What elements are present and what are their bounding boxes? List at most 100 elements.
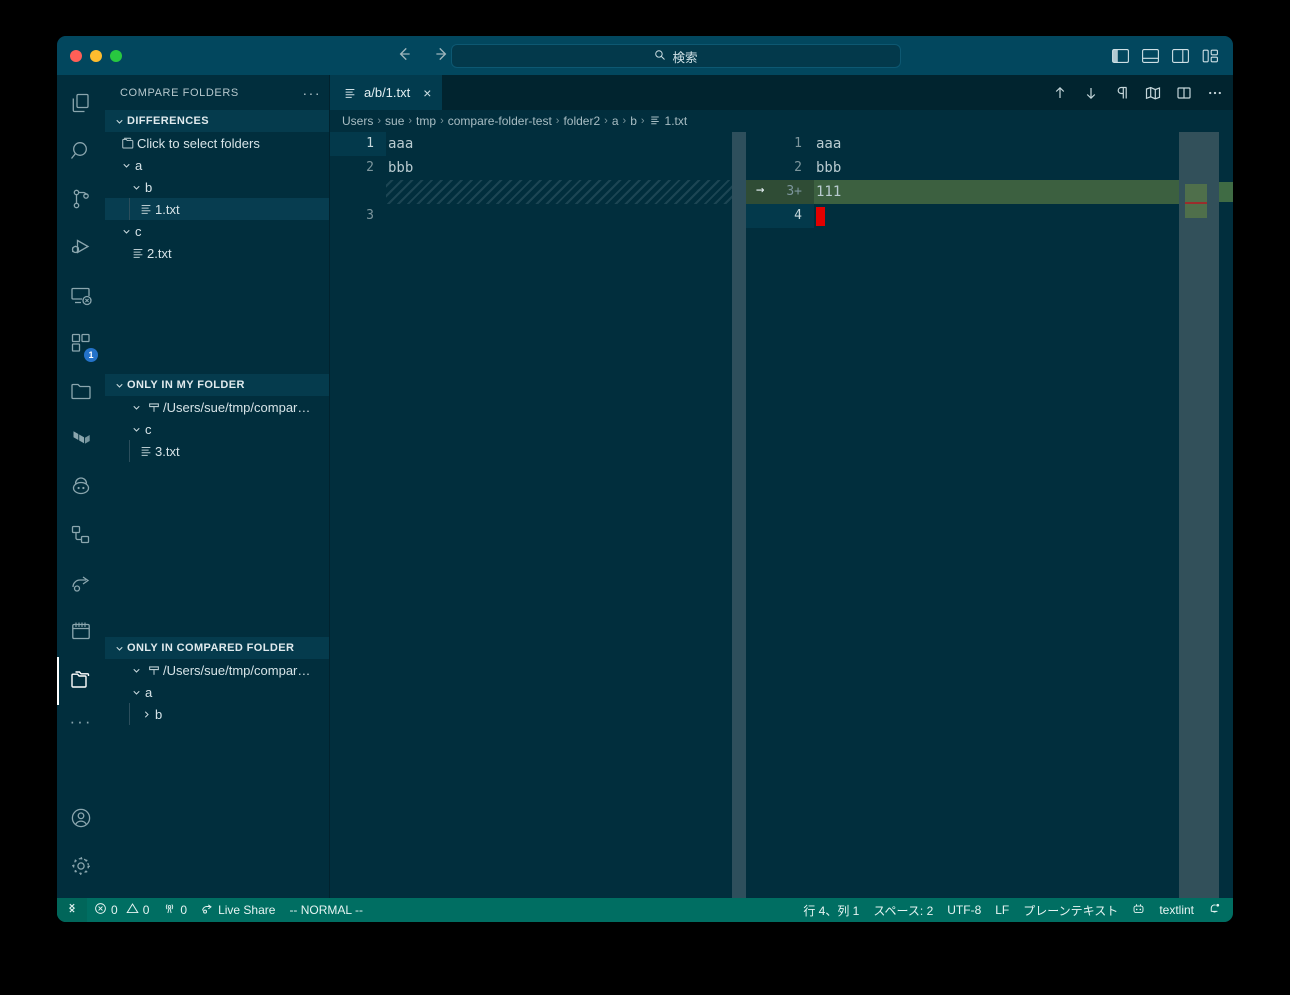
code-line-inserted[interactable]: → 3+ 111 — [746, 180, 1233, 204]
tree-row-label: c — [135, 223, 142, 239]
chevron-right-icon: › — [555, 115, 560, 127]
arrow-down-icon[interactable] — [1083, 85, 1099, 101]
tree-row-file-3txt[interactable]: 3.txt — [105, 440, 329, 462]
live-share-icon — [201, 902, 214, 918]
status-eol[interactable]: LF — [988, 898, 1016, 922]
close-icon[interactable]: × — [423, 86, 431, 100]
toggle-panel-icon[interactable] — [1142, 48, 1159, 63]
tree-row-select-folders[interactable]: Click to select folders — [105, 132, 329, 154]
activity-item-calendar[interactable] — [57, 609, 105, 657]
split-editor-icon[interactable] — [1176, 85, 1192, 101]
breadcrumb-leaf[interactable]: 1.txt — [649, 114, 687, 129]
code-line[interactable]: 3 — [330, 204, 746, 228]
tree-row-my-folder-c[interactable]: c — [105, 418, 329, 440]
tree-row-compared-folder-root[interactable]: /Users/sue/tmp/compar… — [105, 659, 329, 681]
chevron-down-icon[interactable] — [117, 160, 135, 171]
activity-item-source-control[interactable] — [57, 177, 105, 225]
toggle-secondary-sidebar-icon[interactable] — [1172, 48, 1189, 63]
overview-ruler[interactable] — [1219, 132, 1233, 898]
breadcrumb-item[interactable]: folder2 — [563, 114, 600, 128]
diff-pane-original[interactable]: 1 aaa 2 bbb 3 — [330, 132, 746, 898]
status-textlint[interactable]: textlint — [1152, 898, 1201, 922]
tree-row-file-1txt[interactable]: 1.txt — [105, 198, 329, 220]
activity-item-settings[interactable] — [57, 844, 105, 892]
go-forward-icon[interactable] — [433, 45, 451, 67]
breadcrumb-item[interactable]: a — [612, 114, 619, 128]
activity-item-dependencies[interactable] — [57, 513, 105, 561]
status-cursor-position[interactable]: 行 4、列 1 — [796, 898, 866, 922]
breadcrumb: Users › sue › tmp › compare-folder-test … — [330, 110, 1233, 132]
activity-item-accounts[interactable] — [57, 796, 105, 844]
status-robot[interactable] — [1125, 898, 1152, 922]
section-header-only-in-compared-folder[interactable]: ONLY IN COMPARED FOLDER — [105, 637, 329, 659]
breadcrumb-item[interactable]: b — [630, 114, 637, 128]
code-line[interactable]: 2 bbb — [746, 156, 1233, 180]
status-indentation[interactable]: スペース: 2 — [866, 898, 940, 922]
minimize-window-button[interactable] — [90, 49, 102, 62]
activity-item-compare-folders[interactable] — [57, 657, 105, 705]
toggle-primary-sidebar-icon[interactable] — [1112, 48, 1129, 63]
tree-row-my-folder-root[interactable]: /Users/sue/tmp/compar… — [105, 396, 329, 418]
tree-row-folder-a[interactable]: a — [105, 154, 329, 176]
breadcrumb-item[interactable]: Users — [342, 114, 373, 128]
command-center-search[interactable]: 検索 — [451, 44, 901, 68]
activity-item-remote-explorer[interactable] — [57, 273, 105, 321]
arrow-up-icon[interactable] — [1052, 85, 1068, 101]
chevron-down-icon[interactable] — [127, 687, 145, 698]
code-line[interactable]: 2 bbb — [330, 156, 746, 180]
activity-item-terraform[interactable] — [57, 417, 105, 465]
map-icon[interactable] — [1145, 85, 1161, 101]
tree-row-folder-b[interactable]: b — [105, 176, 329, 198]
ellipsis-icon[interactable] — [1207, 85, 1223, 101]
diff-pane-divider[interactable] — [732, 132, 746, 898]
revert-change-arrow-icon[interactable]: → — [756, 182, 764, 198]
breadcrumb-item[interactable]: tmp — [416, 114, 436, 128]
section-header-only-in-my-folder[interactable]: ONLY IN MY FOLDER — [105, 374, 329, 396]
code-line-cursor[interactable]: 4 — [746, 204, 1233, 228]
tree-row-compared-folder-b[interactable]: b — [105, 703, 329, 725]
customize-layout-icon[interactable] — [1202, 49, 1219, 63]
status-notifications[interactable] — [1201, 898, 1233, 922]
code-line[interactable]: 1 aaa — [330, 132, 746, 156]
tree-row-folder-c[interactable]: c — [105, 220, 329, 242]
chevron-down-icon[interactable] — [127, 665, 145, 676]
status-problems[interactable]: 0 0 — [87, 898, 156, 922]
tree-row-label: /Users/sue/tmp/compar… — [163, 662, 311, 678]
activity-item-search[interactable] — [57, 129, 105, 177]
go-back-icon[interactable] — [395, 45, 413, 67]
maximize-window-button[interactable] — [110, 49, 122, 62]
close-window-button[interactable] — [70, 49, 82, 62]
diff-pane-modified[interactable]: 1 aaa 2 bbb → 3+ 111 4 — [746, 132, 1233, 898]
chevron-right-icon[interactable] — [137, 709, 155, 720]
tab-label: a/b/1.txt — [364, 85, 411, 100]
activity-item-more-views[interactable]: ··· — [57, 705, 105, 739]
breadcrumb-item[interactable]: sue — [385, 114, 404, 128]
minimap-insert-marker — [1185, 184, 1207, 218]
pilcrow-icon[interactable] — [1114, 85, 1130, 101]
status-language-mode[interactable]: プレーンテキスト — [1016, 898, 1125, 922]
chevron-down-icon[interactable] — [127, 402, 145, 413]
folder-root-icon — [145, 663, 163, 677]
tab-a-b-1txt[interactable]: a/b/1.txt × — [330, 75, 443, 110]
status-live-share[interactable]: Live Share — [194, 898, 282, 922]
breadcrumb-item[interactable]: compare-folder-test — [448, 114, 552, 128]
activity-item-docker[interactable] — [57, 465, 105, 513]
remote-indicator[interactable] — [57, 898, 87, 922]
activity-item-share[interactable] — [57, 561, 105, 609]
status-vim-mode[interactable]: -- NORMAL -- — [282, 898, 370, 922]
sidebar-more-actions-icon[interactable]: ··· — [303, 85, 322, 101]
chevron-down-icon[interactable] — [127, 424, 145, 435]
tree-row-file-2txt[interactable]: 2.txt — [105, 242, 329, 264]
section-header-differences[interactable]: DIFFERENCES — [105, 110, 329, 132]
activity-item-project-manager[interactable] — [57, 369, 105, 417]
robot-icon — [1132, 902, 1145, 918]
chevron-down-icon[interactable] — [117, 226, 135, 237]
status-encoding[interactable]: UTF-8 — [940, 898, 988, 922]
code-line[interactable]: 1 aaa — [746, 132, 1233, 156]
activity-item-extensions[interactable]: 1 — [57, 321, 105, 369]
chevron-down-icon[interactable] — [127, 182, 145, 193]
activity-item-explorer[interactable] — [57, 81, 105, 129]
status-ports[interactable]: 0 — [156, 898, 194, 922]
tree-row-compared-folder-a[interactable]: a — [105, 681, 329, 703]
activity-item-run-and-debug[interactable] — [57, 225, 105, 273]
